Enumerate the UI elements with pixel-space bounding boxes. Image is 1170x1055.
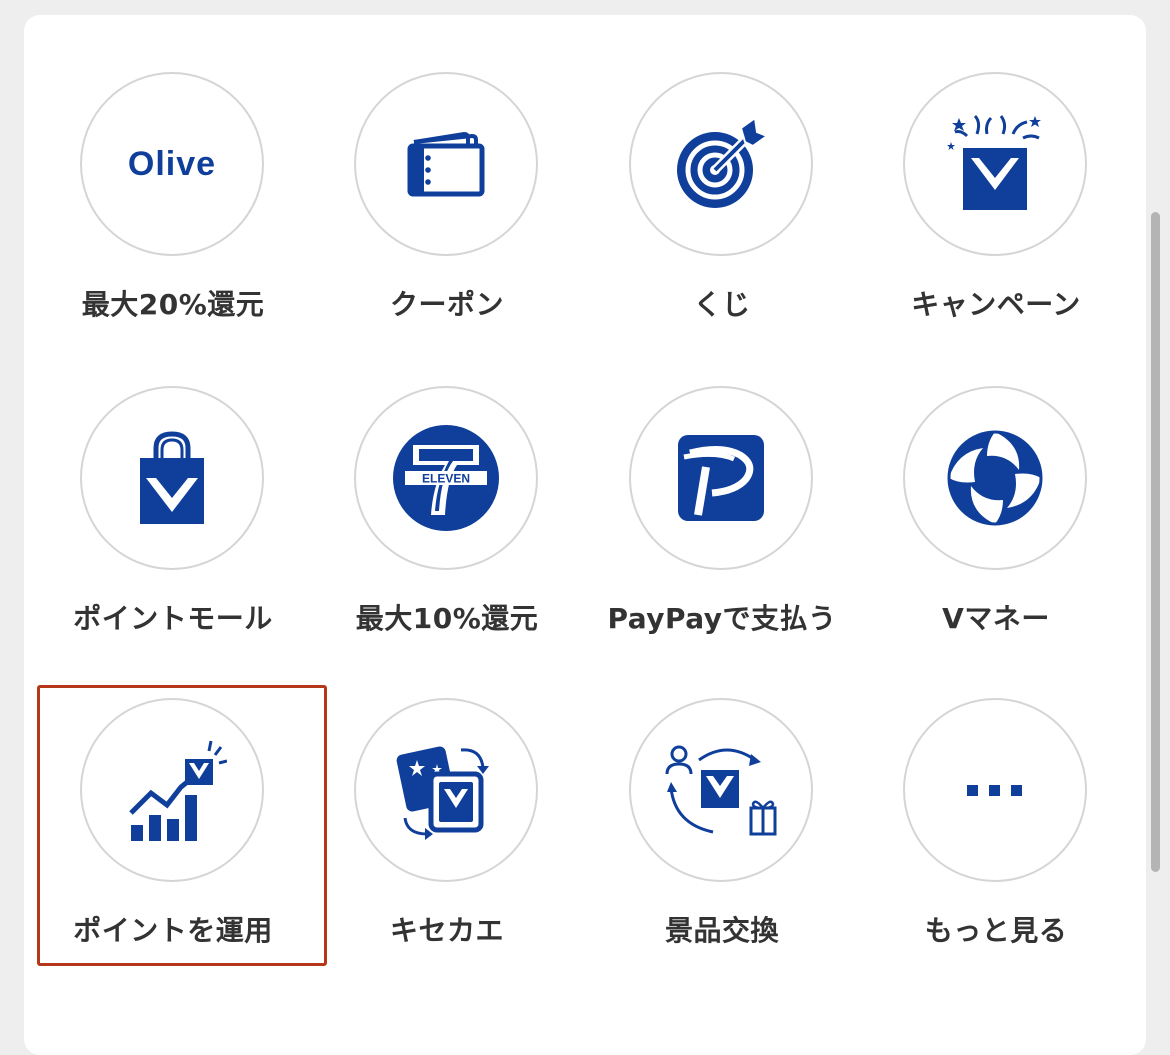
olive-logo-icon: Olive [127,144,217,183]
menu-icon-circle [80,386,264,570]
menu-icon-circle: ELEVEN [354,386,538,570]
more-dots-icon [967,785,1022,796]
paypay-icon [678,435,764,521]
menu-item-label: キセカエ [389,914,504,947]
menu-item-label: Vマネー [942,602,1050,635]
menu-icon-circle [354,72,538,256]
seven-eleven-logo-text: ELEVEN [422,472,470,486]
menu-icon-circle [629,386,813,570]
menu-item-label: 景品交換 [664,914,779,947]
menu-icon-circle [903,698,1087,882]
menu-icon-circle [903,386,1087,570]
menu-item-kisekae[interactable]: キセカエ [332,698,562,988]
menu-item-paypay[interactable]: PayPayで支払う [607,386,837,676]
target-icon [677,116,770,208]
menu-item-see-more[interactable]: もっと見る [881,698,1111,988]
celebration-envelope-icon [947,114,1041,210]
menu-item-label: PayPayで支払う [607,602,837,635]
menu-item-label: ポイントモール [73,602,273,635]
menu-item-max20-reward[interactable]: Olive 最大20%還元 [58,72,288,362]
menu-item-prize-exchange[interactable]: 景品交換 [607,698,837,988]
menu-icon-circle [354,698,538,882]
investment-chart-icon [129,740,227,841]
vmoney-icon [947,430,1043,526]
theme-cards-icon [396,746,489,840]
menu-item-label: ポイントを運用 [73,914,273,947]
menu-item-label: キャンペーン [911,288,1081,321]
menu-item-vmoney[interactable]: Vマネー [881,386,1111,676]
menu-item-lottery[interactable]: くじ [607,72,837,362]
menu-item-max10-reward[interactable]: ELEVEN 最大10%還元 [332,386,562,676]
seven-eleven-icon: ELEVEN [393,425,499,531]
menu-item-point-mall[interactable]: ポイントモール [58,386,288,676]
menu-item-label: もっと見る [924,914,1068,947]
menu-icon-circle [629,698,813,882]
menu-item-label: くじ [693,288,751,321]
menu-icon-circle: Olive [80,72,264,256]
menu-item-label: クーポン [389,288,504,321]
menu-item-campaign[interactable]: キャンペーン [881,72,1111,362]
menu-item-point-investment[interactable]: ポイントを運用 [58,698,288,988]
menu-icon-circle [629,72,813,256]
shopping-bag-icon [140,431,204,524]
menu-item-coupon[interactable]: クーポン [332,72,562,362]
prize-exchange-icon [665,745,777,836]
scrollbar[interactable] [1151,212,1160,872]
menu-icon-circle [80,698,264,882]
menu-item-label: 最大10%還元 [355,602,539,635]
menu-icon-circle [903,72,1087,256]
coupon-book-icon [407,131,485,197]
menu-item-label: 最大20%還元 [81,288,265,321]
